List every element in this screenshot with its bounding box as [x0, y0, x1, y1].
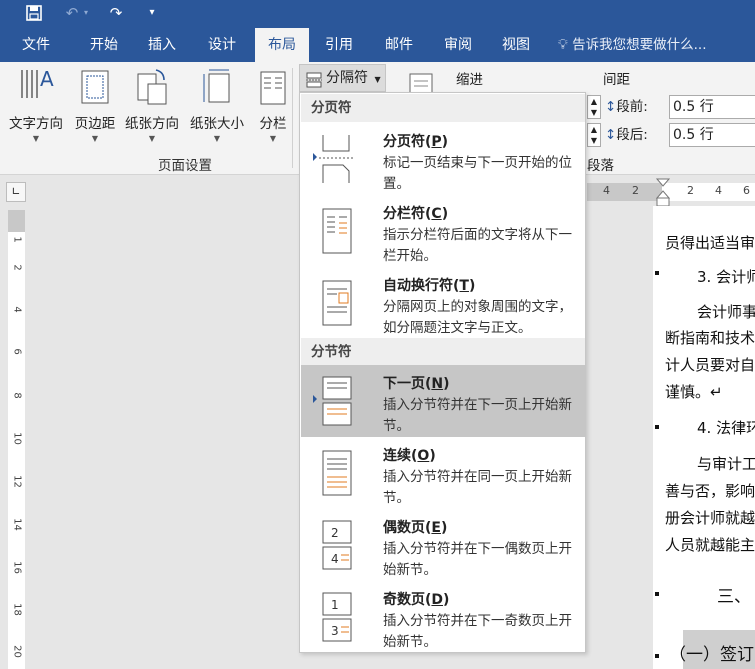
page-size-icon — [199, 66, 235, 112]
next-page-icon — [319, 375, 355, 427]
redo-icon[interactable]: ↷ — [104, 2, 128, 24]
tell-me-box[interactable]: 💡︎ 告诉我您想要做什么... — [558, 28, 706, 62]
save-icon[interactable] — [22, 2, 46, 24]
undo-dropdown-icon[interactable]: ▾ — [80, 2, 92, 24]
tab-file[interactable]: 文件 — [14, 28, 58, 62]
indent-left-spinner[interactable]: ▲ ▼ — [587, 95, 601, 119]
text-direction-icon: A — [14, 66, 58, 112]
tab-design[interactable]: 设计 — [200, 28, 244, 62]
size-button[interactable]: 纸张大小 ▼ — [186, 66, 248, 148]
svg-text:3: 3 — [331, 624, 339, 638]
spacing-before-input[interactable]: 0.5 行 — [669, 95, 755, 119]
tab-review[interactable]: 审阅 — [436, 28, 480, 62]
spacing-after-input[interactable]: 0.5 行 — [669, 123, 755, 147]
list-bullet — [655, 592, 659, 596]
horizontal-ruler[interactable]: 4 2 2 4 6 — [587, 176, 755, 207]
orientation-icon — [134, 66, 170, 112]
indent-right-spinner[interactable]: ▲ ▼ — [587, 123, 601, 147]
ribbon-tabs: 文件 开始 插入 设计 布局 引用 邮件 审阅 视图 💡︎ 告诉我您想要做什么.… — [0, 28, 755, 62]
list-bullet — [655, 425, 659, 429]
tab-home[interactable]: 开始 — [82, 28, 126, 62]
svg-text:2: 2 — [331, 526, 339, 540]
list-bullet — [655, 271, 659, 275]
list-bullet — [655, 654, 659, 658]
page-break-icon — [319, 133, 355, 185]
menu-section-page-breaks: 分页符 — [301, 94, 585, 122]
svg-text:A: A — [40, 67, 54, 91]
customize-toolbar-icon[interactable]: ▾ — [140, 2, 164, 24]
tab-view[interactable]: 视图 — [494, 28, 538, 62]
tab-selector-icon[interactable]: ∟ — [6, 182, 26, 202]
chevron-down-icon: ▼ — [148, 134, 156, 143]
chevron-down-icon: ▼ — [213, 134, 221, 143]
menu-item-next-page[interactable]: 下一页(N) 插入分节符并在下一页上开始新节。 — [301, 365, 585, 437]
continuous-icon — [319, 447, 355, 499]
document-page[interactable]: 员得出适当审 3. 会计师 会计师事 断指南和技术 计人员要对自 谨慎。↵ 4.… — [653, 206, 755, 669]
tell-me-text: 告诉我您想要做什么... — [572, 37, 707, 53]
indent-label: 缩进 — [456, 72, 483, 88]
columns-icon — [258, 66, 288, 112]
tab-layout[interactable]: 布局 — [255, 28, 309, 62]
spacing-after-icon: ↕ — [605, 127, 617, 143]
menu-item-column-break[interactable]: 分栏符(C) 指示分栏符后面的文字将从下一栏开始。 — [301, 195, 585, 267]
orientation-button[interactable]: 纸张方向 ▼ — [121, 66, 183, 148]
columns-button[interactable]: 分栏 ▼ — [253, 66, 293, 148]
page-setup-group-label: 页面设置 — [158, 158, 212, 174]
breaks-button[interactable]: 分隔符 ▼ — [299, 64, 386, 92]
spacing-before-row: ↕段前: — [605, 99, 648, 115]
margins-icon — [79, 66, 111, 112]
vertical-ruler[interactable]: ∟ 1 2 4 6 8 10 12 14 16 18 20 — [0, 176, 30, 669]
breaks-menu: 分页符 分页符(P) 标记一页结束与下一页开始的位置。 分栏符(C) 指示分栏符… — [299, 92, 586, 653]
menu-item-continuous[interactable]: 连续(O) 插入分节符并在同一页上开始新节。 — [301, 437, 585, 509]
column-break-icon — [319, 205, 355, 257]
lightbulb-icon: 💡︎ — [558, 37, 568, 53]
text-wrapping-break-icon — [319, 277, 355, 329]
chevron-down-icon: ▼ — [32, 134, 40, 143]
menu-section-section-breaks: 分节符 — [301, 338, 585, 366]
menu-item-text-wrapping-break[interactable]: 自动换行符(T) 分隔网页上的对象周围的文字，如分隔题注文字与正文。 — [301, 267, 585, 339]
tab-insert[interactable]: 插入 — [140, 28, 184, 62]
spacing-label: 间距 — [603, 72, 630, 88]
even-page-icon: 24 — [319, 519, 355, 571]
spacing-after-row: ↕段后: — [605, 127, 648, 143]
svg-text:1: 1 — [331, 598, 339, 612]
menu-item-even-page[interactable]: 24 偶数页(E) 插入分节符并在下一偶数页上开始新节。 — [301, 509, 585, 581]
svg-text:4: 4 — [331, 552, 339, 566]
chevron-down-icon: ▼ — [269, 134, 277, 143]
group-separator — [292, 68, 293, 168]
menu-item-odd-page[interactable]: 13 奇数页(D) 插入分节符并在下一奇数页上开始新节。 — [301, 581, 585, 653]
margins-button[interactable]: 页边距 ▼ — [70, 66, 120, 148]
text-direction-button[interactable]: A 文字方向 ▼ — [2, 66, 70, 148]
tab-references[interactable]: 引用 — [317, 28, 361, 62]
spacing-before-icon: ↕ — [605, 99, 617, 115]
menu-item-page-break[interactable]: 分页符(P) 标记一页结束与下一页开始的位置。 — [301, 123, 585, 195]
tab-mailings[interactable]: 邮件 — [377, 28, 421, 62]
chevron-down-icon: ▼ — [91, 134, 99, 143]
odd-page-icon: 13 — [319, 591, 355, 643]
title-bar: ↶ ▾ ↷ ▾ — [0, 0, 755, 28]
chevron-down-icon: ▼ — [374, 75, 381, 84]
paragraph-group-label: 段落 — [587, 158, 614, 174]
